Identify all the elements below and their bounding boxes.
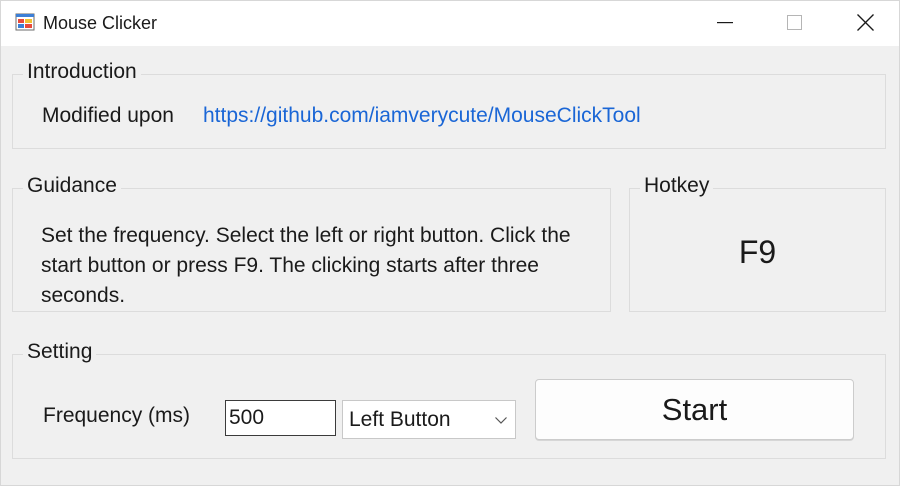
window-form-icon	[15, 12, 35, 32]
guidance-group-title: Guidance	[23, 173, 121, 199]
mouse-button-select[interactable]: Left Button	[342, 400, 516, 439]
chevron-down-icon	[495, 417, 507, 424]
title-bar[interactable]: Mouse Clicker	[0, 0, 900, 46]
mouse-button-select-value: Left Button	[349, 408, 451, 431]
close-button[interactable]	[830, 0, 900, 46]
hotkey-group-title: Hotkey	[640, 173, 714, 199]
github-link[interactable]: https://github.com/iamverycute/MouseClic…	[203, 103, 641, 129]
close-icon	[857, 14, 874, 31]
guidance-text: Set the frequency. Select the left or ri…	[41, 224, 571, 307]
setting-group: Setting Frequency (ms) Left Button Start	[12, 339, 886, 459]
setting-group-title: Setting	[23, 339, 97, 365]
window-title: Mouse Clicker	[43, 13, 158, 33]
client-area: Introduction Modified upon https://githu…	[0, 46, 900, 486]
frequency-input[interactable]	[225, 400, 336, 436]
introduction-group-title: Introduction	[23, 59, 141, 85]
maximize-icon	[787, 15, 802, 30]
minimize-button[interactable]	[690, 0, 760, 46]
hotkey-value: F9	[738, 234, 777, 270]
minimize-icon	[717, 22, 733, 24]
hotkey-group: Hotkey F9	[629, 173, 886, 312]
maximize-button[interactable]	[760, 0, 830, 46]
introduction-group: Introduction Modified upon https://githu…	[12, 59, 886, 149]
introduction-label: Modified upon	[42, 104, 174, 127]
guidance-group: Guidance Set the frequency. Select the l…	[12, 173, 611, 312]
frequency-label: Frequency (ms)	[43, 404, 191, 427]
start-button[interactable]: Start	[535, 379, 854, 440]
